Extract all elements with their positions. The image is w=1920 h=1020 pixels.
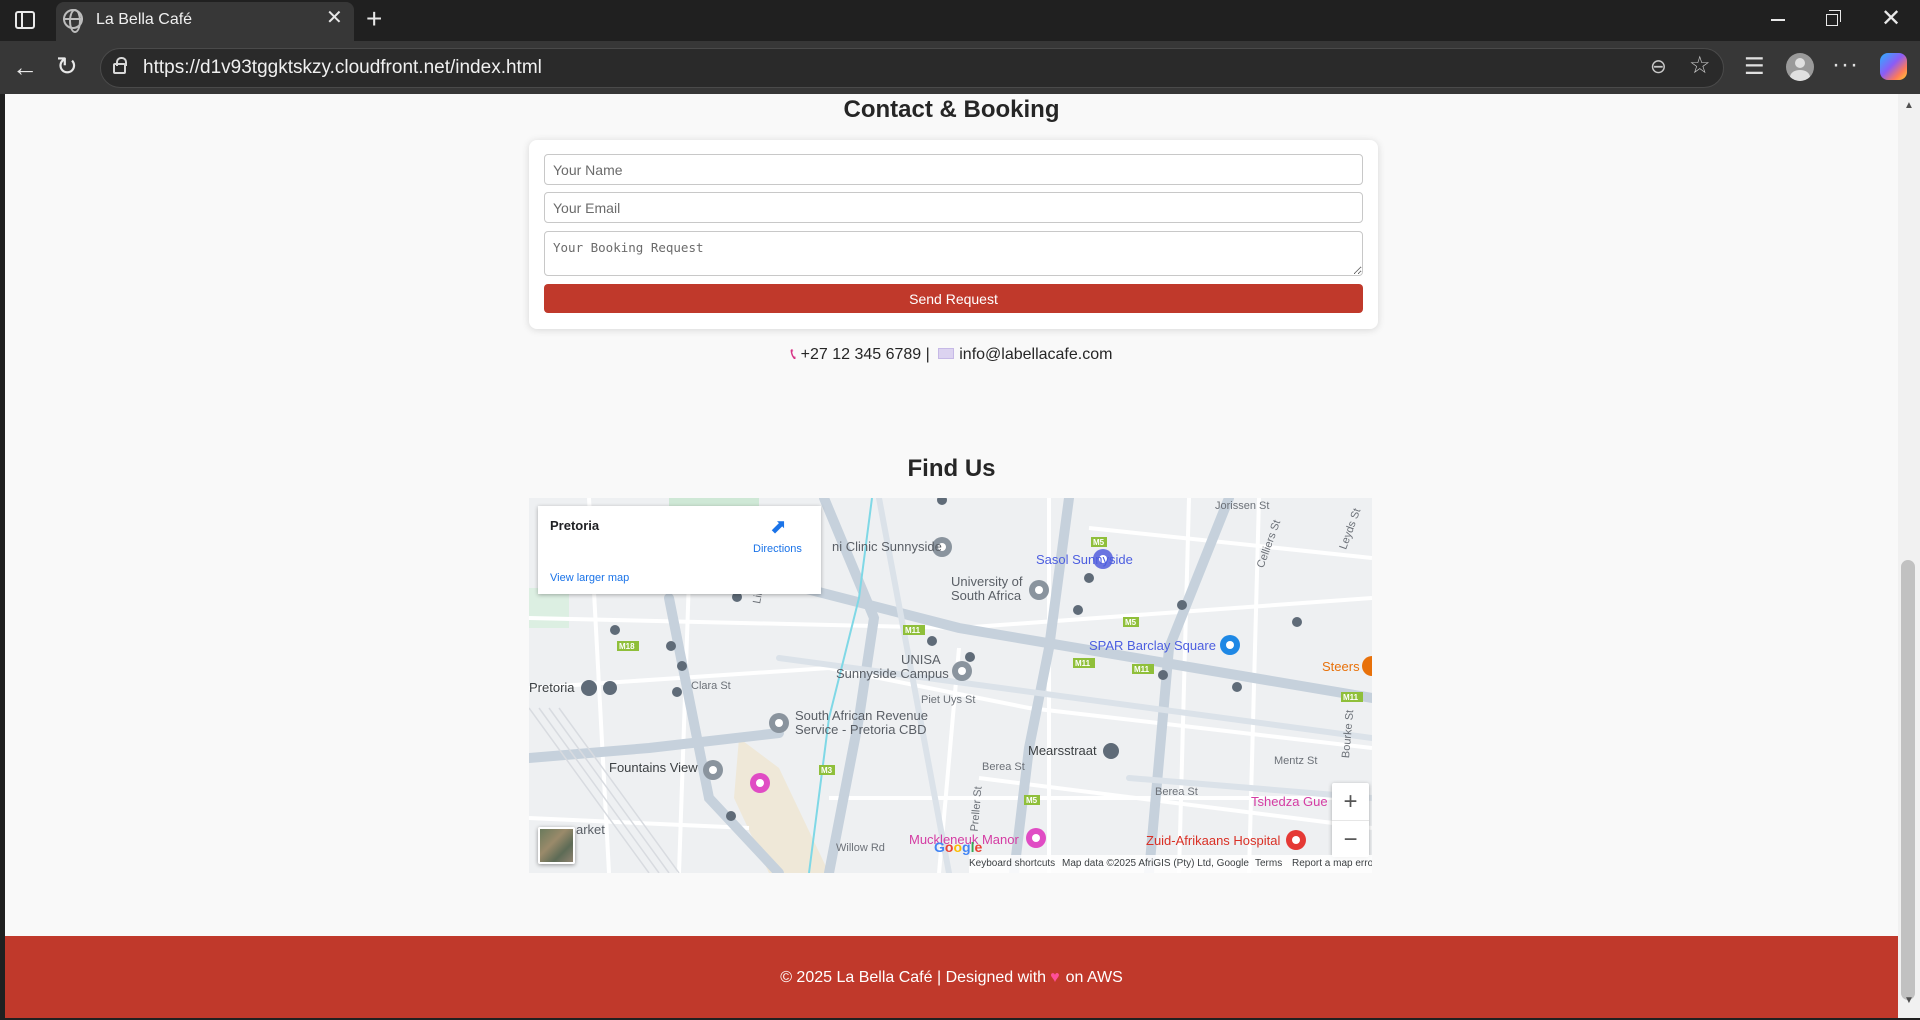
page: Contact & Booking Send Request 📞︎ +27 12… [5, 94, 1898, 1018]
name-input[interactable] [544, 154, 1363, 185]
map-label-tshedza: Tshedza Gue [1251, 794, 1328, 809]
find-us-title: Find Us [907, 455, 996, 482]
map-label-pretoria: Pretoria [529, 680, 575, 695]
scroll-down-arrow-icon[interactable]: ▼ [1904, 996, 1914, 1006]
directions-link[interactable]: Directions [753, 543, 802, 555]
contact-title: Contact & Booking [843, 96, 1060, 123]
booking-form: Send Request [529, 140, 1378, 329]
envelope-icon [938, 348, 955, 359]
restore-icon[interactable] [1826, 10, 1841, 26]
footer-text: © 2025 La Bella Café | Designed with ♥ on … [5, 969, 1898, 987]
reload-icon[interactable]: ↻ [56, 53, 78, 79]
svg-text:M3: M3 [821, 766, 833, 775]
directions-icon[interactable]: ⬈ [770, 517, 787, 537]
map-attribution: Keyboard shortcuts Map data ©2025 AfriGI… [969, 855, 1372, 873]
map-label-mentz-st: Mentz St [1274, 755, 1318, 767]
map-label-spar: SPAR Barclay Square [1089, 638, 1216, 653]
send-request-button[interactable]: Send Request [544, 284, 1363, 313]
map-place-title: Pretoria [550, 518, 600, 533]
minimize-icon[interactable] [1771, 19, 1785, 21]
map-data-text: Map data ©2025 AfriGIS (Pty) Ltd, Google [1062, 858, 1249, 869]
window-close-icon[interactable]: ✕ [1881, 7, 1901, 31]
map-label-jorissen-st: Jorissen St [1215, 500, 1270, 512]
heart-icon: ♥ [1050, 969, 1060, 986]
scrollbar-thumb[interactable] [1901, 560, 1915, 1000]
star-icon[interactable]: ☆ [1689, 54, 1711, 78]
map-label-berea-st-1: Berea St [982, 761, 1025, 773]
more-icon[interactable]: ··· [1832, 51, 1859, 79]
map-label-university-line1: University of [951, 574, 1023, 589]
map-label-piet-uys-st: Piet Uys St [921, 694, 976, 706]
zoom-out-icon[interactable]: ⊖ [1650, 57, 1667, 77]
sidebar-toggle-icon[interactable] [15, 11, 35, 29]
tab-close-icon[interactable]: ✕ [326, 8, 343, 28]
lock-icon[interactable] [113, 57, 127, 74]
new-tab-icon[interactable]: + [366, 5, 382, 33]
map-label-berea-st-2: Berea St [1155, 786, 1198, 798]
contact-info: 📞︎ +27 12 345 6789 | info@labellacafe.co… [5, 346, 1898, 364]
map-label-mearsstraat: Mearsstraat [1028, 743, 1097, 758]
email-address: info@labellacafe.com [959, 346, 1113, 363]
globe-icon [63, 9, 83, 33]
svg-text:M18: M18 [619, 642, 635, 651]
browser-toolbar: ← ↻ https://d1v93tggktskzy.cloudfront.ne… [0, 41, 1920, 94]
map-label-sars-line2: Service - Pretoria CBD [795, 722, 927, 737]
terms-link[interactable]: Terms [1255, 858, 1282, 869]
svg-text:M11: M11 [1343, 693, 1359, 702]
map-label-market: arket [576, 822, 605, 837]
footer-suffix: on AWS [1065, 969, 1123, 986]
profile-icon[interactable] [1786, 53, 1814, 81]
svg-text:M11: M11 [1134, 665, 1150, 674]
map-label-unisa-line2: Sunnyside Campus [836, 666, 949, 681]
svg-text:M5: M5 [1125, 618, 1137, 627]
map-label-sasol: Sasol Sunnyside [1036, 552, 1133, 567]
email-input[interactable] [544, 192, 1363, 223]
browser-titlebar: La Bella Café ✕ + ✕ [0, 0, 1920, 41]
map-zoom-control: + − [1332, 783, 1369, 857]
svg-text:M11: M11 [905, 626, 921, 635]
back-icon[interactable]: ← [12, 54, 38, 80]
map-label-clara-st: Clara St [691, 680, 731, 692]
map-label-university-line2: South Africa [951, 588, 1022, 603]
embedded-map[interactable]: M5 M18 M11 M11 M11 M11 M5 M3 M5 ni Clini… [529, 498, 1372, 873]
page-footer: © 2025 La Bella Café | Designed with ♥ on … [5, 936, 1898, 1018]
url-text[interactable]: https://d1v93tggktskzy.cloudfront.net/in… [143, 57, 542, 79]
booking-request-textarea[interactable] [544, 231, 1363, 276]
tab-title: La Bella Café [96, 11, 193, 28]
map-label-willow-rd: Willow Rd [836, 842, 885, 854]
map-label-zuid-afrikaans-hospital: Zuid-Afrikaans Hospital [1146, 833, 1281, 848]
contact-separator: | [925, 346, 930, 363]
zoom-out-button[interactable]: − [1332, 820, 1369, 857]
svg-text:M5: M5 [1026, 796, 1038, 805]
report-map-error-link[interactable]: Report a map error [1292, 858, 1372, 869]
phone-icon: 📞︎ [790, 346, 797, 363]
satellite-layer-toggle[interactable] [538, 827, 575, 864]
map-info-card: Pretoria ⬈ Directions View larger map [538, 506, 821, 594]
google-logo: Google [934, 839, 983, 855]
map-label-unisa-line1: UNISA [901, 652, 941, 667]
map-label-sars-line1: South African Revenue [795, 708, 928, 723]
favorites-icon[interactable]: ☰ [1744, 54, 1765, 78]
page-viewport: Contact & Booking Send Request 📞︎ +27 12… [5, 94, 1898, 1018]
phone-number: +27 12 345 6789 [800, 346, 922, 363]
copilot-icon[interactable] [1880, 53, 1907, 80]
map-label-fountains-view: Fountains View [609, 760, 698, 775]
footer-copyright: © 2025 La Bella Café | Designed with [780, 969, 1047, 986]
keyboard-shortcuts-link[interactable]: Keyboard shortcuts [969, 858, 1055, 869]
svg-text:M5: M5 [1093, 538, 1105, 547]
map-label-steers: Steers [1322, 659, 1360, 674]
view-larger-map-link[interactable]: View larger map [550, 572, 629, 584]
svg-text:M11: M11 [1075, 659, 1091, 668]
map-label-clinic: ni Clinic Sunnyside [832, 539, 942, 554]
scroll-up-arrow-icon[interactable]: ▲ [1904, 101, 1914, 111]
zoom-in-button[interactable]: + [1332, 783, 1369, 820]
